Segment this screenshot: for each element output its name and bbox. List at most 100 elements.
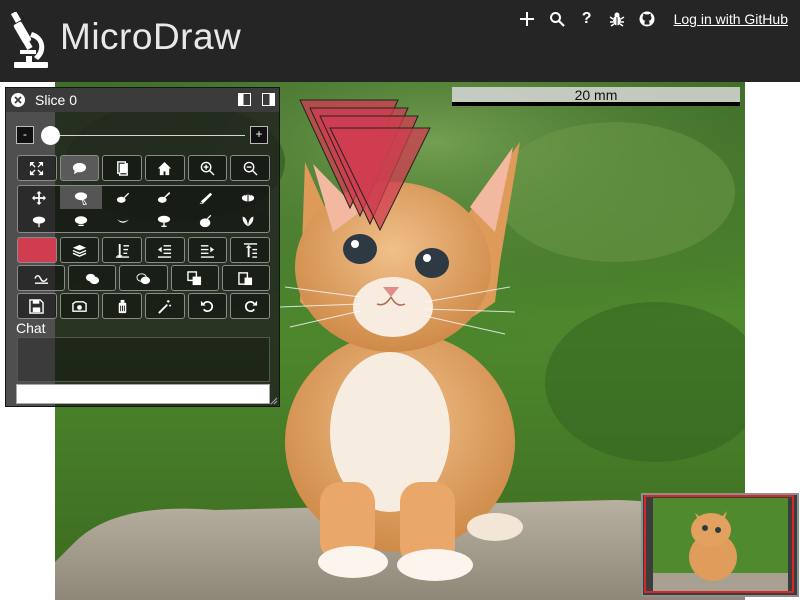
comment-button[interactable] (59, 155, 100, 181)
indent-button[interactable] (145, 237, 185, 263)
screenshot-icon (72, 300, 87, 312)
scale-bar: 20 mm (452, 87, 740, 106)
outdent-button[interactable] (187, 237, 228, 263)
chat-input[interactable] (16, 384, 270, 404)
add-region-icon (74, 215, 87, 226)
smooth-button[interactable] (17, 265, 66, 291)
sort-down-icon (115, 243, 129, 258)
simplify-icon (200, 192, 213, 204)
subtract-region-tool[interactable] (102, 209, 144, 232)
snap-tool[interactable] (227, 209, 269, 232)
slider-track[interactable] (50, 135, 245, 136)
header-tools: ? Log in with GitHub (518, 8, 788, 30)
draw-tool[interactable] (102, 186, 144, 209)
slice-next-button[interactable]: + (250, 126, 268, 144)
login-github-link[interactable]: Log in with GitHub (674, 11, 788, 27)
split-tool[interactable] (143, 209, 185, 232)
slice-prev-button[interactable]: - (16, 126, 34, 144)
split-icon (158, 215, 171, 227)
fullscreen-icon (30, 161, 44, 175)
zoom-out-icon (243, 161, 258, 176)
color-swatch[interactable] (17, 237, 57, 263)
subtract-region-icon (116, 218, 129, 223)
select-icon (74, 191, 87, 205)
chat-label: Chat (16, 320, 46, 336)
home-icon (158, 161, 172, 175)
annotation-regions[interactable] (298, 98, 433, 233)
minimap-thumbnail (644, 495, 794, 593)
add-point-tool[interactable] (227, 186, 269, 209)
undo-icon (200, 300, 213, 312)
to-top-icon (243, 242, 257, 258)
move-tool[interactable] (18, 186, 60, 209)
fullscreen-button[interactable] (17, 155, 57, 181)
zoom-in-button[interactable] (187, 155, 228, 181)
clear-button[interactable] (102, 293, 143, 319)
slice-slider[interactable]: - + (16, 126, 271, 146)
paste-button[interactable] (221, 265, 271, 291)
add-icon[interactable] (518, 10, 536, 28)
union-button[interactable] (68, 265, 117, 291)
app-header: MicroDraw ? Log in with GitHub (0, 0, 800, 82)
zoom-out-button[interactable] (230, 155, 271, 181)
notes-button[interactable] (102, 155, 143, 181)
order-layers-button[interactable] (59, 237, 100, 263)
snap-icon (242, 216, 254, 226)
simplify-tool[interactable] (185, 186, 227, 209)
flip-icon (200, 214, 212, 227)
smooth-icon (33, 274, 48, 284)
redo-button[interactable] (230, 293, 271, 319)
home-button[interactable] (145, 155, 185, 181)
screenshot-button[interactable] (59, 293, 100, 319)
move-icon (31, 190, 46, 205)
intersect-icon (136, 272, 151, 284)
microscope-logo-icon (10, 12, 48, 68)
save-icon (29, 298, 45, 314)
sort-down-button[interactable] (102, 237, 143, 263)
delete-point-icon (32, 216, 46, 227)
app-title: MicroDraw (60, 16, 242, 57)
file-ops-toolbar (17, 293, 271, 319)
navigator-minimap[interactable] (641, 493, 799, 597)
to-top-button[interactable] (230, 237, 271, 263)
notes-icon (116, 160, 128, 176)
magic-wand-icon (158, 299, 172, 314)
close-icon[interactable] (11, 93, 25, 107)
bug-icon[interactable] (608, 10, 626, 28)
help-glyph: ? (581, 10, 592, 27)
chat-messages (17, 337, 270, 382)
draw-icon (116, 192, 129, 203)
delete-point-tool[interactable] (18, 209, 60, 232)
region-ops-toolbar (17, 265, 271, 291)
draw-polygon-tool[interactable] (143, 186, 185, 209)
clear-icon (118, 299, 126, 313)
save-button[interactable] (17, 293, 57, 319)
intersect-button[interactable] (119, 265, 168, 291)
undo-button[interactable] (187, 293, 228, 319)
navigation-toolbar (17, 155, 271, 181)
tool-panel[interactable]: Slice 0 - + Chat (5, 87, 280, 407)
flip-tool[interactable] (185, 209, 227, 232)
search-icon[interactable] (548, 10, 566, 28)
paste-icon (238, 271, 253, 285)
dock-right-icon[interactable] (262, 93, 275, 106)
resize-grip-icon[interactable] (270, 397, 278, 405)
copy-icon (187, 270, 202, 285)
slice-label: Slice 0 (35, 92, 78, 108)
scale-bar-label: 20 mm (574, 87, 618, 103)
magic-wand-button[interactable] (145, 293, 185, 319)
help-icon[interactable]: ? (578, 10, 596, 28)
panel-titlebar[interactable]: Slice 0 (6, 88, 279, 112)
union-icon (85, 273, 99, 284)
order-layers-icon (72, 244, 87, 257)
add-region-tool[interactable] (60, 209, 102, 232)
dock-left-icon[interactable] (238, 93, 251, 106)
slider-knob[interactable] (41, 126, 60, 145)
drawing-tools-grid (17, 185, 270, 233)
github-icon[interactable] (638, 10, 656, 28)
comment-icon (72, 162, 87, 174)
indent-icon (158, 244, 172, 258)
zoom-in-icon (200, 161, 215, 176)
select-tool[interactable] (59, 186, 102, 209)
copy-button[interactable] (170, 265, 219, 291)
